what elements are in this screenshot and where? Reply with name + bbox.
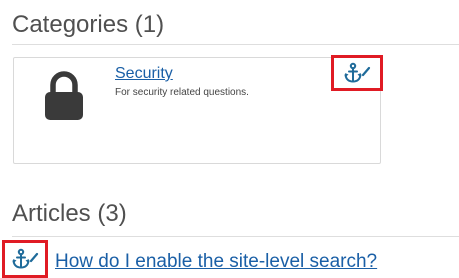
category-anchor-button[interactable] [331,55,383,91]
category-card: Security For security related questions. [13,57,381,164]
lock-icon [45,71,83,120]
articles-heading: Articles (3) [12,200,127,227]
categories-heading: Categories (1) [12,11,165,38]
category-title-link[interactable]: Security [115,64,173,83]
anchor-edit-icon [12,248,39,269]
categories-divider [12,44,459,45]
article-title-link[interactable]: How do I enable the site-level search? [55,251,377,273]
article-anchor-button[interactable] [2,240,48,278]
category-description: For security related questions. [115,87,249,98]
anchor-edit-icon [344,62,371,83]
articles-divider [12,236,459,237]
